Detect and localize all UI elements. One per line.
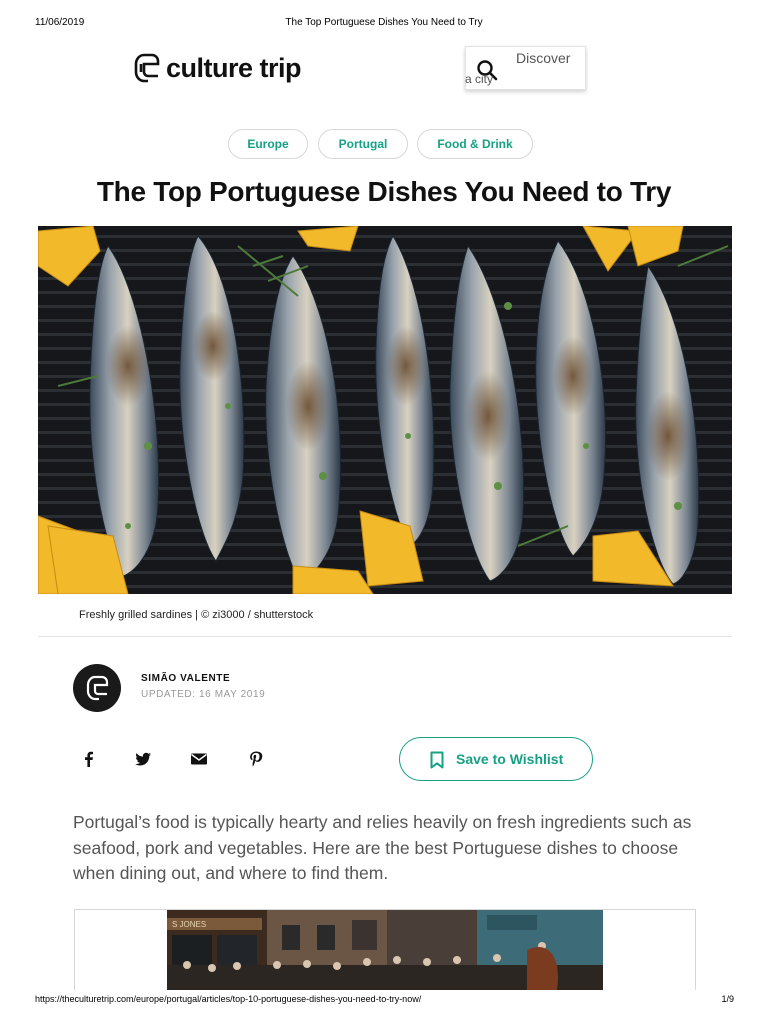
bookmark-icon — [430, 751, 444, 769]
print-title: The Top Portuguese Dishes You Need to Tr… — [285, 17, 483, 28]
email-icon[interactable] — [190, 750, 208, 768]
facebook-icon[interactable] — [80, 750, 98, 768]
culture-trip-avatar-icon — [86, 675, 109, 701]
tag-food-drink[interactable]: Food & Drink — [417, 129, 533, 159]
search-placeholder-line2: a city — [465, 72, 494, 86]
wishlist-label: Save to Wishlist — [456, 751, 564, 767]
logo-text: culture trip — [166, 52, 302, 83]
print-url: https://theculturetrip.com/europe/portug… — [35, 994, 422, 1004]
twitter-icon[interactable] — [134, 750, 152, 768]
tag-portugal[interactable]: Portugal — [318, 129, 408, 159]
print-header: 11/06/2019 The Top Portuguese Dishes You… — [0, 17, 768, 29]
svg-text:S JONES: S JONES — [172, 920, 206, 929]
article-title: The Top Portuguese Dishes You Need to Tr… — [96, 176, 672, 207]
street-scene-illustration: S JONES — [167, 910, 603, 990]
author-avatar[interactable] — [73, 664, 121, 712]
page-number: 1/9 — [721, 994, 734, 1004]
hero-image — [38, 226, 732, 594]
search-box[interactable]: Discover a city — [465, 46, 586, 90]
article-intro: Portugal’s food is typically hearty and … — [73, 812, 692, 883]
tag-europe[interactable]: Europe — [228, 129, 308, 159]
pinterest-icon[interactable] — [247, 750, 265, 768]
author-name[interactable]: SIMÃO VALENTE — [141, 673, 230, 684]
hero-caption: Freshly grilled sardines | © zi3000 / sh… — [79, 609, 314, 621]
street-restaurant-photo: S JONES — [167, 910, 603, 990]
category-tags: Europe Portugal Food & Drink — [0, 129, 768, 159]
divider — [38, 636, 732, 637]
search-placeholder-line1: Discover — [516, 50, 571, 66]
save-to-wishlist-button[interactable]: Save to Wishlist — [399, 737, 593, 781]
culture-trip-logo-icon — [134, 53, 160, 83]
grilled-sardines-illustration — [38, 226, 732, 594]
updated-date: UPDATED: 16 MAY 2019 — [141, 689, 266, 700]
culture-trip-logo[interactable]: culture trip — [134, 52, 302, 84]
